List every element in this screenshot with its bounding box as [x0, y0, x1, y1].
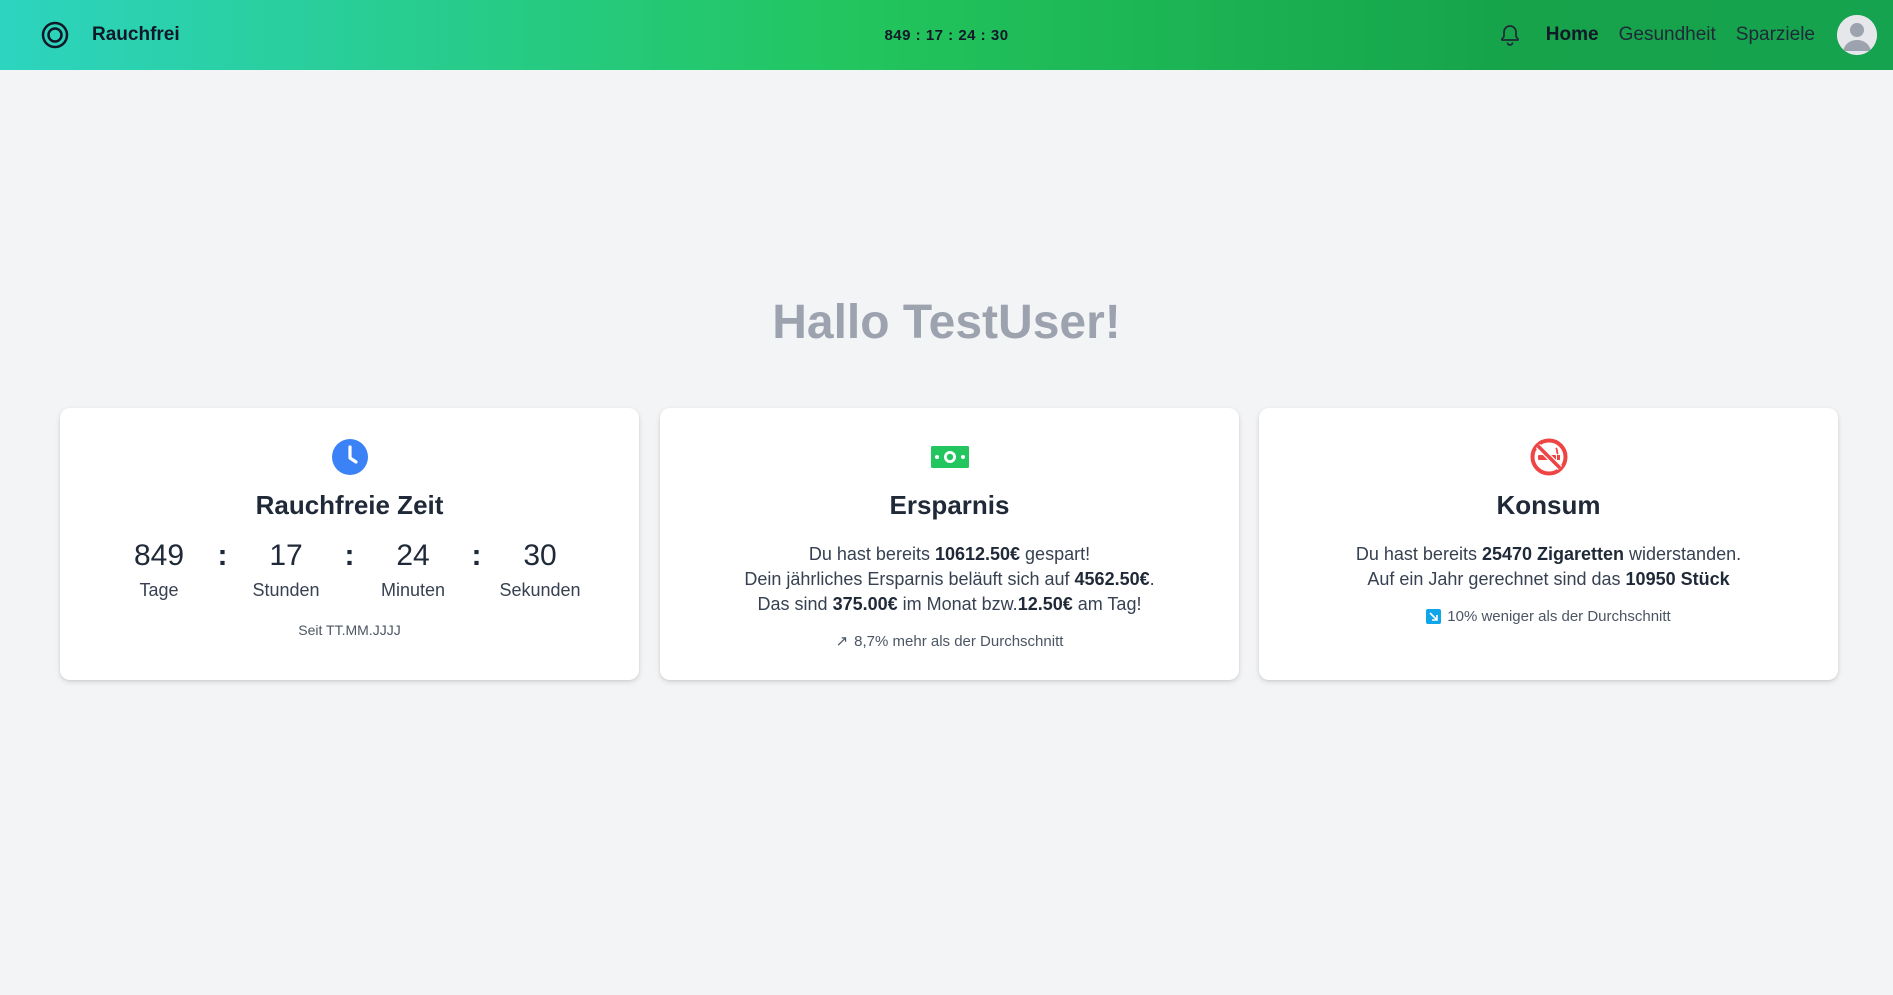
savings-yearly: 4562.50€	[1074, 569, 1150, 589]
consumption-text: Du hast bereits 25470 Zigaretten widerst…	[1259, 542, 1838, 592]
cigarettes-resisted-line: Du hast bereits 25470 Zigaretten widerst…	[1355, 544, 1742, 564]
nav-sparziele[interactable]: Sparziele	[1736, 24, 1815, 46]
countdown: 849 Tage : 17 Stunden : 24 Minuten : 30 …	[60, 538, 639, 601]
card-title: Ersparnis	[889, 490, 1010, 520]
money-icon	[930, 446, 969, 468]
separator: :	[344, 539, 355, 572]
cigarettes-resisted: 25470 Zigaretten	[1481, 544, 1625, 564]
smoke-free-time-card: Rauchfreie Zeit 849 Tage : 17 Stunden : …	[60, 408, 639, 680]
bell-icon[interactable]	[1498, 23, 1522, 47]
savings-comparison-text: 8,7% mehr als der Durchschnitt	[854, 632, 1064, 650]
minutes-value: 24	[396, 539, 430, 572]
minutes-label: Minuten	[380, 580, 446, 600]
seconds-label: Sekunden	[499, 580, 581, 600]
days-value: 849	[133, 539, 185, 572]
brand-name: Rauchfrei	[92, 24, 180, 45]
since-date: Seit TT.MM.JJJJ	[298, 622, 401, 638]
greeting-heading: Hallo TestUser!	[772, 296, 1121, 349]
nav-home[interactable]: Home	[1546, 24, 1599, 46]
seconds-value: 30	[523, 539, 557, 572]
no-smoking-icon	[1530, 438, 1567, 476]
consumption-card: Konsum Du hast bereits 25470 Zigaretten …	[1259, 408, 1838, 680]
cigarettes-yearly-line: Auf ein Jahr gerechnet sind das 10950 St…	[1367, 569, 1730, 589]
savings-yearly-line: Dein jährliches Ersparnis beläuft sich a…	[744, 569, 1155, 589]
seconds-unit: 30 Sekunden	[493, 538, 588, 601]
consumption-comparison: 10% weniger als der Durchschnitt	[1259, 608, 1838, 625]
header-timer: 849 : 17 : 24 : 30	[884, 26, 1009, 44]
days-unit: 849 Tage	[112, 538, 207, 601]
savings-monthly-line: Das sind 375.00€ im Monat bzw.12.50€ am …	[757, 594, 1142, 614]
cigarettes-yearly: 10950 Stück	[1625, 569, 1730, 589]
savings-card: Ersparnis Du hast bereits 10612.50€ gesp…	[660, 408, 1239, 680]
card-title: Konsum	[1496, 490, 1601, 520]
trend-up-icon: ↗	[835, 633, 849, 650]
savings-text: Du hast bereits 10612.50€ gespart! Dein …	[660, 542, 1239, 617]
separator: :	[217, 539, 228, 572]
savings-total-line: Du hast bereits 10612.50€ gespart!	[808, 544, 1091, 564]
hours-value: 17	[269, 539, 303, 572]
minutes-unit: 24 Minuten	[366, 538, 461, 601]
trend-down-icon	[1426, 609, 1442, 624]
consumption-comparison-text: 10% weniger als der Durchschnitt	[1447, 608, 1671, 625]
main-nav: Home Gesundheit Sparziele	[1498, 0, 1877, 70]
savings-daily: 12.50€	[1017, 594, 1073, 614]
hours-unit: 17 Stunden	[239, 538, 334, 601]
separator: :	[471, 539, 482, 572]
top-navigation-bar: Rauchfrei 849 : 17 : 24 : 30 Home Gesund…	[0, 0, 1893, 70]
savings-comparison: ↗ 8,7% mehr als der Durchschnitt	[660, 632, 1239, 651]
clock-icon	[331, 439, 368, 475]
nav-gesundheit[interactable]: Gesundheit	[1619, 24, 1716, 46]
days-label: Tage	[139, 580, 179, 600]
savings-monthly: 375.00€	[832, 594, 898, 614]
hours-label: Stunden	[252, 580, 320, 600]
avatar-icon[interactable]	[1837, 15, 1877, 55]
brand[interactable]: Rauchfrei	[40, 0, 180, 70]
target-icon	[41, 21, 69, 49]
savings-total: 10612.50€	[934, 544, 1021, 564]
card-title: Rauchfreie Zeit	[255, 490, 444, 520]
